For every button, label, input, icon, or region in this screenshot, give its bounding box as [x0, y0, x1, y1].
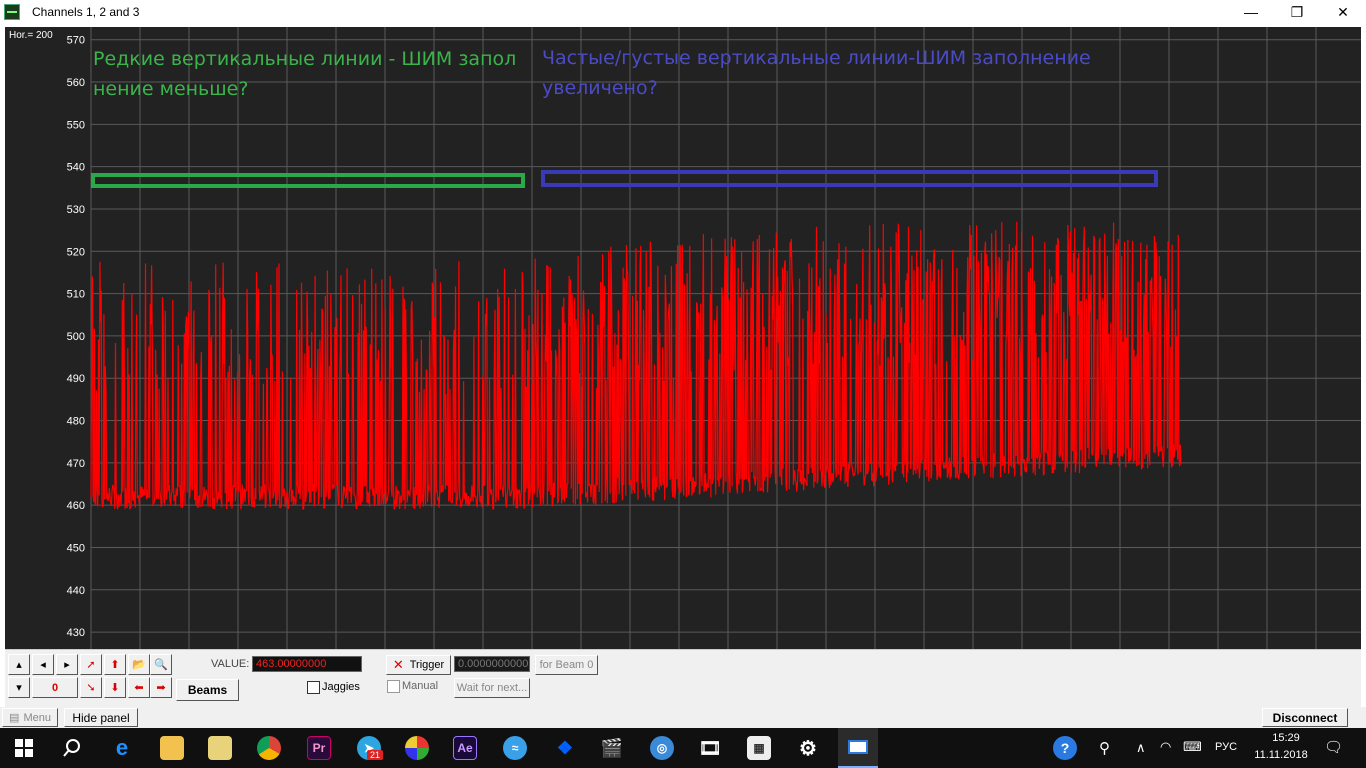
control-panel: ▴ ▾ ◂ ▸ 0 ➚ ⬆ 📂 🔍 ➘ ⬇ ⬅ ➡ VALUE: 463.000…: [5, 649, 1361, 707]
trigger-button[interactable]: ✕ Trigger: [386, 655, 451, 675]
open-folder-icon[interactable]: 📂: [128, 654, 150, 675]
video-editor-icon[interactable]: 🎬: [600, 736, 624, 760]
scroll-down-button[interactable]: ▾: [8, 677, 30, 698]
arrow-up-right-icon[interactable]: ➚: [80, 654, 102, 675]
value-label: VALUE:: [211, 658, 250, 670]
note-sparse-lines: Редкие вертикальные линии - ШИМ запол не…: [93, 44, 516, 104]
scroll-up-button[interactable]: ▴: [8, 654, 30, 675]
dropbox-icon[interactable]: ❖: [553, 736, 577, 760]
chrome-icon[interactable]: [257, 736, 281, 760]
close-button[interactable]: ✕: [1320, 0, 1366, 24]
help-icon[interactable]: ?: [1053, 736, 1077, 760]
note-dense-line-2: увеличено?: [542, 77, 658, 99]
clock-date[interactable]: 11.11.2018: [1251, 749, 1311, 761]
y-tick-label: 570: [67, 35, 85, 47]
note-dense-lines: Частые/густые вертикальные линии-ШИМ зап…: [542, 43, 1091, 103]
hide-panel-button[interactable]: Hide panel: [64, 708, 138, 727]
y-tick-label: 550: [67, 119, 85, 131]
zoom-icon[interactable]: 🔍: [150, 654, 172, 675]
trigger-value-field[interactable]: 0.0000000000: [454, 656, 530, 672]
y-tick-label: 470: [67, 458, 85, 470]
after-effects-icon[interactable]: Ae: [453, 736, 477, 760]
window-title: Channels 1, 2 and 3: [32, 5, 140, 19]
browser-globe-icon[interactable]: ◎: [650, 736, 674, 760]
calculator-icon[interactable]: ▦: [747, 736, 771, 760]
disconnect-button[interactable]: Disconnect: [1262, 708, 1348, 727]
notes-icon[interactable]: [208, 736, 232, 760]
arrow-left-icon[interactable]: ⬅: [128, 677, 150, 698]
telegram-badge: 21: [367, 750, 384, 760]
maximize-button[interactable]: ❐: [1274, 0, 1320, 24]
manual-label: Manual: [402, 680, 439, 692]
value-field[interactable]: 463.00000000: [252, 656, 362, 672]
notifications-icon[interactable]: 🗨: [1324, 738, 1343, 756]
y-tick-label: 510: [67, 289, 85, 301]
premiere-icon[interactable]: Pr: [307, 736, 331, 760]
bottom-bar: ▤ Menu Hide panel Disconnect: [0, 707, 1366, 728]
search-icon[interactable]: [60, 736, 84, 760]
oscilloscope-plot: 570 560 550 540 530 520 510 500 490 480 470 460 450 4…: [5, 27, 1361, 649]
settings-gear-icon[interactable]: ⚙: [796, 736, 820, 760]
arrow-right-icon[interactable]: ➡: [150, 677, 172, 698]
taskbar: e Pr ➤ 21 Ae ≈ ❖ 🎬 ◎ 🎞 ▦ ⚙ ? ⚲ ∧ ◠ ⌨ РУС…: [0, 728, 1366, 768]
step-right-button[interactable]: ▸: [56, 654, 78, 675]
windows-start-icon[interactable]: [12, 736, 36, 760]
y-tick-label: 530: [67, 204, 85, 216]
language-indicator[interactable]: РУС: [1215, 741, 1237, 753]
jaggies-checkbox[interactable]: [307, 681, 320, 694]
beams-button[interactable]: Beams: [176, 679, 239, 701]
trigger-x-icon: ✕: [392, 657, 404, 672]
minimize-button[interactable]: —: [1228, 0, 1274, 24]
arrow-up-icon[interactable]: ⬆: [104, 654, 126, 675]
film-reel-icon[interactable]: 🎞: [698, 736, 722, 760]
menu-icon: ▤: [9, 712, 20, 724]
tray-chevron-up-icon[interactable]: ∧: [1136, 740, 1146, 756]
note-sparse-line-1: Редкие вертикальные линии - ШИМ запол: [93, 48, 517, 70]
y-tick-label: 490: [67, 373, 85, 385]
jaggies-label: Jaggies: [322, 681, 360, 693]
active-app-icon[interactable]: [838, 728, 878, 768]
clock-time[interactable]: 15:29: [1261, 732, 1311, 744]
plot-canvas: 570 560 550 540 530 520 510 500 490 480 470 460 450 4…: [67, 27, 1361, 649]
cloud-app-icon[interactable]: ≈: [503, 736, 527, 760]
note-sparse-line-2: нение меньше?: [93, 78, 249, 100]
wait-for-next-button[interactable]: Wait for next...: [454, 678, 530, 698]
y-tick-label: 500: [67, 331, 85, 343]
y-tick-label: 540: [67, 162, 85, 174]
note-dense-line-1: Частые/густые вертикальные линии-ШИМ зап…: [542, 47, 1091, 69]
signal-trace: [90, 221, 1182, 510]
y-tick-label: 560: [67, 77, 85, 89]
edge-icon[interactable]: e: [110, 735, 134, 760]
arrow-down-left-icon[interactable]: ➘: [80, 677, 102, 698]
oscilloscope-app-icon: [4, 4, 20, 20]
window-controls: — ❐ ✕: [1228, 0, 1366, 24]
y-tick-label: 460: [67, 500, 85, 512]
counter-display: 0: [32, 677, 78, 698]
y-tick-label: 430: [67, 627, 85, 639]
arrow-down-icon[interactable]: ⬇: [104, 677, 126, 698]
pinwheel-icon[interactable]: [405, 736, 429, 760]
wifi-icon[interactable]: ◠: [1160, 739, 1171, 755]
menu-button[interactable]: ▤ Menu: [2, 708, 58, 727]
y-tick-label: 480: [67, 416, 85, 428]
menu-label: Menu: [23, 711, 51, 724]
y-tick-label: 450: [67, 542, 85, 554]
for-beam-button[interactable]: for Beam 0: [535, 655, 598, 675]
horizontal-scale-label: Hor.= 200: [9, 30, 53, 41]
file-explorer-icon[interactable]: [160, 736, 184, 760]
blue-annotation-box: [541, 170, 1158, 187]
manual-checkbox[interactable]: [387, 680, 400, 693]
trigger-label: Trigger: [409, 659, 445, 671]
y-tick-label: 520: [67, 246, 85, 258]
green-annotation-box: [91, 173, 525, 188]
step-left-button[interactable]: ◂: [32, 654, 54, 675]
people-icon[interactable]: ⚲: [1099, 739, 1110, 757]
keyboard-icon[interactable]: ⌨: [1183, 739, 1202, 755]
title-bar: Channels 1, 2 and 3 — ❐ ✕: [0, 0, 1366, 24]
y-tick-label: 440: [67, 585, 85, 597]
